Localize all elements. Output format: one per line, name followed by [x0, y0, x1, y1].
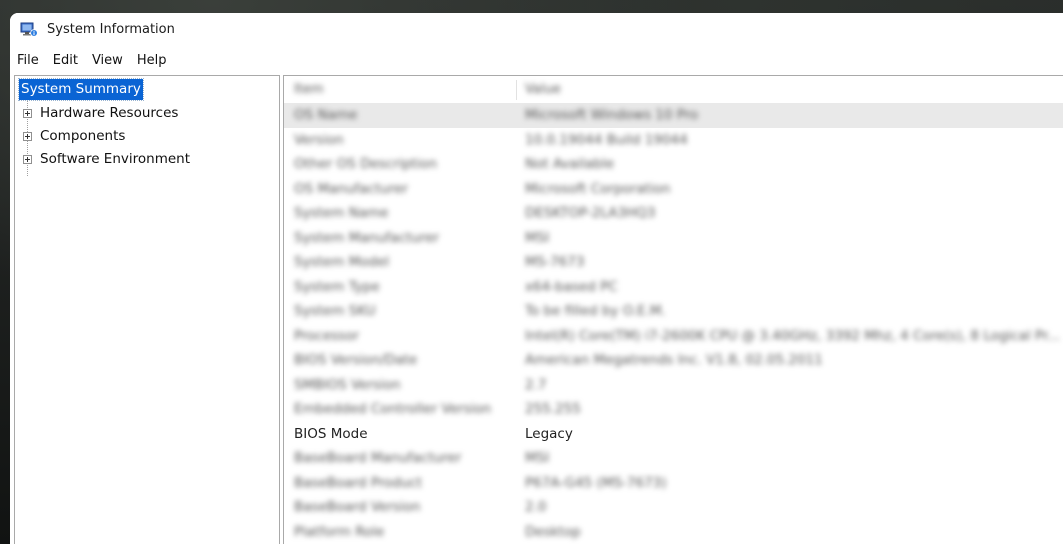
row-value-cell: 10.0.19044 Build 19044: [525, 131, 688, 148]
row-value-cell: DESKTOP-2LA3HQ3: [525, 205, 656, 221]
row-value-cell: Legacy: [525, 425, 573, 442]
row-item-cell: System Model: [294, 254, 390, 270]
table-row[interactable]: Platform Role Desktop: [284, 520, 1063, 544]
table-row[interactable]: BIOS Mode Legacy: [284, 422, 1063, 447]
table-row[interactable]: BaseBoard Manufacturer MSI: [284, 446, 1063, 471]
row-value-cell: Microsoft Corporation: [525, 180, 671, 197]
table-row[interactable]: Embedded Controller Version 255.255: [284, 397, 1063, 422]
table-row[interactable]: System Manufacturer MSI: [284, 226, 1063, 251]
table-row[interactable]: OS Manufacturer Microsoft Corporation: [284, 177, 1063, 202]
row-item-cell: System Type: [294, 278, 380, 295]
row-value-cell: MSI: [525, 450, 550, 466]
column-header-item[interactable]: Item: [294, 76, 324, 103]
row-value-cell: Microsoft Windows 10 Pro: [525, 107, 699, 123]
row-value-cell: Desktop: [525, 523, 581, 540]
table-row[interactable]: BIOS Version/Date American Megatrends Inc…: [284, 348, 1063, 373]
row-item-cell: Version: [294, 131, 344, 148]
row-value-cell: MS-7673: [525, 254, 585, 270]
row-value-cell: 255.255: [525, 401, 581, 417]
row-item-cell: BaseBoard Manufacturer: [294, 450, 462, 466]
expand-plus-icon[interactable]: [23, 108, 32, 118]
row-value-cell: American Megatrends Inc. V1.8, 02.05.201…: [525, 352, 823, 368]
row-item-cell: Other OS Description: [294, 156, 437, 172]
tree-item-software-environment[interactable]: Software Environment: [23, 149, 190, 169]
table-row[interactable]: SMBIOS Version 2.7: [284, 373, 1063, 398]
tree-item-label: Components: [40, 128, 126, 144]
tree-item-system-summary[interactable]: System Summary: [18, 78, 144, 101]
row-value-cell: To be filled by O.E.M.: [525, 303, 666, 319]
row-value-cell: x64-based PC: [525, 278, 618, 295]
table-row[interactable]: System Name DESKTOP-2LA3HQ3: [284, 201, 1063, 226]
row-value-cell: MSI: [525, 229, 550, 246]
column-divider[interactable]: [516, 80, 517, 100]
row-item-cell: System SKU: [294, 303, 376, 319]
table-row[interactable]: System Model MS-7673: [284, 250, 1063, 275]
row-item-cell: BaseBoard Product: [294, 474, 423, 491]
menu-bar: File Edit View Help: [10, 49, 1063, 71]
row-item-cell: OS Name: [294, 107, 358, 123]
row-value-cell: Intel(R) Core(TM) i7-2600K CPU @ 3.40GHz…: [525, 327, 1061, 344]
row-item-cell: Processor: [294, 327, 360, 344]
table-row[interactable]: BaseBoard Version 2.0: [284, 495, 1063, 520]
system-information-window: System Information File Edit View Help S…: [10, 13, 1063, 544]
window-title: System Information: [47, 22, 175, 37]
row-item-cell: Embedded Controller Version: [294, 401, 492, 417]
table-row[interactable]: Processor Intel(R) Core(TM) i7-2600K CPU …: [284, 324, 1063, 349]
expand-plus-icon[interactable]: [23, 154, 32, 164]
row-value-cell: 2.7: [525, 376, 547, 393]
row-item-cell: SMBIOS Version: [294, 376, 401, 393]
table-row[interactable]: Version 10.0.19044 Build 19044: [284, 128, 1063, 153]
table-row[interactable]: System Type x64-based PC: [284, 275, 1063, 300]
row-value-cell: 2.0: [525, 499, 547, 515]
details-list[interactable]: Item Value OS Name Microsoft Windows 10 P…: [283, 75, 1063, 544]
tree-item-components[interactable]: Components: [23, 126, 125, 146]
row-value-cell: Not Available: [525, 156, 615, 172]
row-item-cell: System Name: [294, 205, 389, 221]
tree-item-label: Hardware Resources: [40, 105, 179, 121]
row-item-cell: OS Manufacturer: [294, 180, 408, 197]
table-row[interactable]: System SKU To be filled by O.E.M.: [284, 299, 1063, 324]
menu-help[interactable]: Help: [136, 53, 174, 68]
menu-file[interactable]: File: [16, 53, 46, 68]
title-bar: System Information: [10, 13, 1063, 46]
row-item-cell: System Manufacturer: [294, 229, 440, 246]
category-tree[interactable]: System Summary Hardware Resources Compon…: [14, 75, 280, 544]
row-item-cell: BaseBoard Version: [294, 499, 421, 515]
table-row[interactable]: BaseBoard Product P67A-G45 (MS-7673): [284, 471, 1063, 496]
table-row[interactable]: OS Name Microsoft Windows 10 Pro: [284, 103, 1063, 128]
system-information-icon: [20, 22, 38, 38]
row-value-cell: P67A-G45 (MS-7673): [525, 474, 667, 491]
row-item-cell: BIOS Version/Date: [294, 352, 418, 368]
menu-edit[interactable]: Edit: [52, 53, 85, 68]
tree-item-hardware-resources[interactable]: Hardware Resources: [23, 103, 178, 123]
tree-item-label: Software Environment: [40, 151, 191, 167]
row-item-cell: Platform Role: [294, 523, 385, 540]
menu-view[interactable]: View: [91, 53, 130, 68]
row-item-cell: BIOS Mode: [294, 425, 368, 442]
expand-plus-icon[interactable]: [23, 131, 32, 141]
table-row[interactable]: Other OS Description Not Available: [284, 152, 1063, 177]
column-header-value[interactable]: Value: [525, 76, 561, 103]
